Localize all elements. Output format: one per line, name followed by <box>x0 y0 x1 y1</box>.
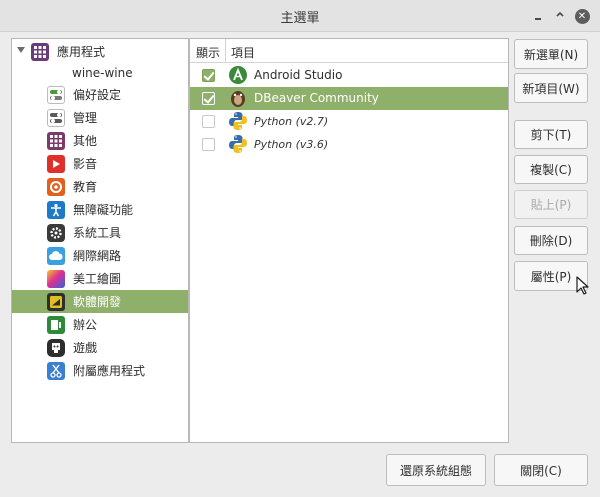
gamepad-icon <box>47 338 65 357</box>
show-checkbox[interactable] <box>202 138 215 151</box>
tree-item-administration[interactable]: 管理 <box>12 106 188 129</box>
cloud-icon <box>47 246 65 265</box>
items-list[interactable]: 顯示 項目 Android Studio DBeaver Community P… <box>189 38 509 443</box>
show-checkbox[interactable] <box>202 92 215 105</box>
tree-item-system-tools[interactable]: 系統工具 <box>12 221 188 244</box>
item-name: Android Studio <box>254 68 343 82</box>
item-name: Python (v3.6) <box>254 138 329 151</box>
grid-apps-icon <box>31 42 49 61</box>
tree-item-accessibility[interactable]: 無障礙功能 <box>12 198 188 221</box>
tree-item-label: wine-wine <box>72 65 133 80</box>
tree-item-graphics[interactable]: 美工繪圖 <box>12 267 188 290</box>
tree-item-label: 偏好設定 <box>73 88 122 102</box>
tree-item-label: 軟體開發 <box>73 295 122 309</box>
tree-item-multimedia[interactable]: 影音 <box>12 152 188 175</box>
tree-item-education[interactable]: 教育 <box>12 175 188 198</box>
column-header-show[interactable]: 顯示 <box>196 44 220 61</box>
close-button[interactable]: 關閉(C) <box>494 454 588 486</box>
paste-button[interactable]: 貼上(P) <box>514 190 588 219</box>
show-checkbox[interactable] <box>202 69 215 82</box>
education-gear-icon <box>47 177 65 196</box>
tree-item-internet[interactable]: 網際網路 <box>12 244 188 267</box>
other-grid-icon <box>47 131 65 150</box>
accessibility-person-icon <box>47 200 65 219</box>
mouse-cursor-icon <box>576 276 589 295</box>
new-item-button[interactable]: 新項目(W) <box>514 73 588 103</box>
list-row-dbeaver[interactable]: DBeaver Community <box>190 87 508 110</box>
tree-item-label: 遊戲 <box>73 341 98 355</box>
tree-item-label: 教育 <box>73 180 98 194</box>
close-window-button[interactable]: ✕ <box>572 6 592 26</box>
item-name: DBeaver Community <box>254 91 379 105</box>
development-icon <box>47 292 65 311</box>
tree-item-label: 其他 <box>73 134 98 148</box>
list-row-python27[interactable]: Python (v2.7) <box>190 110 508 133</box>
show-checkbox[interactable] <box>202 115 215 128</box>
tree-item-label: 美工繪圖 <box>73 272 122 286</box>
tree-item-label: 影音 <box>73 157 98 171</box>
item-name: Python (v2.7) <box>254 115 329 128</box>
list-row-android-studio[interactable]: Android Studio <box>190 64 508 87</box>
play-icon <box>47 154 65 173</box>
titlebar: 主選單 ✕ <box>0 0 600 32</box>
new-menu-button[interactable]: 新選單(N) <box>514 39 588 69</box>
office-doc-icon <box>47 315 65 334</box>
tree-item-label: 管理 <box>73 111 98 125</box>
tree-item-label: 應用程式 <box>57 45 106 59</box>
tree-item-preferences[interactable]: 偏好設定 <box>12 83 188 106</box>
minimize-icon <box>535 18 541 20</box>
system-gear-icon <box>47 223 65 242</box>
tree-item-applications[interactable]: 應用程式 <box>12 40 188 63</box>
tree-item-other[interactable]: 其他 <box>12 129 188 152</box>
tree-item-wine[interactable]: wine-wine <box>12 61 188 84</box>
window-title: 主選單 <box>280 11 320 26</box>
graphics-palette-icon <box>47 269 65 288</box>
tree-item-label: 系統工具 <box>73 226 122 240</box>
tree-item-label: 無障礙功能 <box>73 203 134 217</box>
tree-item-label: 附屬應用程式 <box>73 364 146 378</box>
tree-item-label: 網際網路 <box>73 249 122 263</box>
cut-button[interactable]: 剪下(T) <box>514 120 588 149</box>
maximize-icon <box>556 11 564 17</box>
android-studio-icon <box>229 66 247 84</box>
preferences-toggle-icon <box>47 85 65 104</box>
close-icon: ✕ <box>574 8 590 24</box>
copy-button[interactable]: 複製(C) <box>514 155 588 184</box>
python-icon <box>229 135 247 153</box>
restore-system-config-button[interactable]: 還原系統組態 <box>386 454 486 486</box>
list-row-python36[interactable]: Python (v3.6) <box>190 133 508 156</box>
tree-item-office[interactable]: 辦公 <box>12 313 188 336</box>
python-icon <box>229 112 247 130</box>
tree-item-label: 辦公 <box>73 318 98 332</box>
tree-item-games[interactable]: 遊戲 <box>12 336 188 359</box>
column-header-item[interactable]: 項目 <box>231 44 255 61</box>
column-separator[interactable] <box>225 39 226 63</box>
scissors-icon <box>47 361 65 380</box>
maximize-button[interactable] <box>550 6 570 26</box>
category-tree[interactable]: 應用程式 wine-wine 偏好設定 管理 其他 影音 教育 無障礙功能 系統… <box>11 38 189 443</box>
dbeaver-icon <box>231 91 245 107</box>
delete-button[interactable]: 刪除(D) <box>514 226 588 255</box>
minimize-button[interactable] <box>528 6 548 26</box>
list-header: 顯示 項目 <box>190 39 508 63</box>
tree-item-accessories[interactable]: 附屬應用程式 <box>12 359 188 382</box>
admin-toggle-icon <box>47 108 65 127</box>
tree-item-development[interactable]: 軟體開發 <box>12 290 188 313</box>
